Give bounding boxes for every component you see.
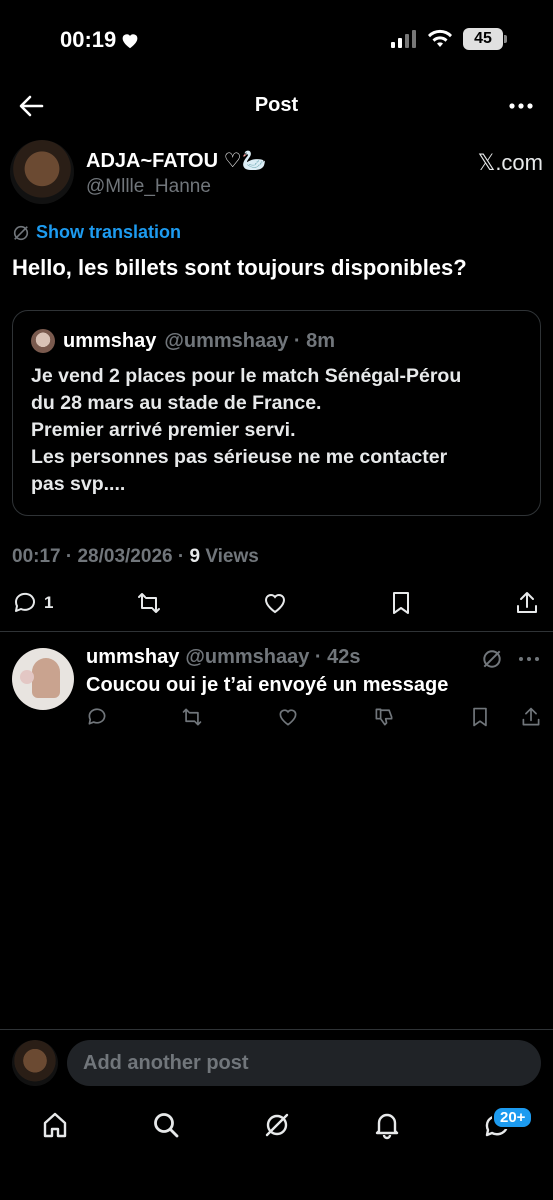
bookmark-icon <box>473 707 487 727</box>
heart-icon <box>279 709 297 726</box>
battery-indicator: 45 <box>463 28 507 50</box>
bookmark-button[interactable] <box>388 590 414 616</box>
signal-icon <box>391 30 416 48</box>
grok-icon <box>13 225 29 240</box>
post-timestamp: 00:17 · 28/03/2026 · <box>12 546 190 567</box>
repost-icon <box>138 593 160 613</box>
quoted-author-handle-time: @ummshaay · 8m <box>164 329 336 352</box>
post-actions: 1 <box>0 590 553 620</box>
grok-icon[interactable] <box>481 648 503 670</box>
quoted-line: du 28 mars au stade de France. <box>31 392 322 414</box>
clock-text: 00:19 <box>60 27 117 52</box>
author-name[interactable]: ADJA~FATOU ♡🦢 <box>86 148 266 173</box>
status-icons: 45 <box>391 28 507 50</box>
show-translation-row[interactable]: Show translation <box>12 222 181 243</box>
add-post-input[interactable] <box>67 1040 541 1086</box>
more-options-icon[interactable] <box>507 94 535 118</box>
reply-bookmark-button[interactable] <box>469 706 491 733</box>
post-text: Hello, les billets sont toujours disponi… <box>12 255 467 280</box>
heart-icon <box>264 594 286 614</box>
reply-downvote-button[interactable] <box>373 706 395 733</box>
reply-icon <box>88 708 106 725</box>
show-translation-link[interactable]: Show translation <box>36 222 181 243</box>
post-header: ADJA~FATOU ♡🦢 @Mllle_Hanne 𝕏.com <box>10 140 543 212</box>
nav-grok[interactable] <box>262 1110 292 1145</box>
nav-home[interactable] <box>40 1110 70 1145</box>
author-avatar[interactable] <box>10 140 74 204</box>
quoted-line: Je vend 2 places pour le match Sénégal-P… <box>31 365 462 387</box>
quoted-line: pas svp.... <box>31 473 126 495</box>
page-title: Post <box>254 94 299 116</box>
author-handle[interactable]: @Mllle_Hanne <box>86 176 211 198</box>
heart-status-icon <box>122 34 138 49</box>
quoted-post-card[interactable]: ummshay @ummshaay · 8m Je vend 2 places … <box>12 310 541 516</box>
reply-header: ummshay @ummshaay · 42s <box>86 646 361 669</box>
status-time: 00:19 <box>60 27 140 53</box>
bell-icon <box>375 1113 399 1140</box>
reply-icon <box>14 592 35 612</box>
post-meta: 00:17 · 28/03/2026 · 9 Views <box>12 546 259 568</box>
repost-icon <box>182 708 202 726</box>
reply-button[interactable]: 1 <box>12 590 53 616</box>
wifi-icon <box>428 29 452 47</box>
reply-author-avatar[interactable] <box>12 648 74 710</box>
like-button[interactable] <box>262 590 288 616</box>
bookmark-icon <box>393 592 409 614</box>
reply-share-button[interactable] <box>520 706 542 733</box>
quoted-author-avatar <box>31 329 55 353</box>
quoted-line: Premier arrivé premier servi. <box>31 419 296 441</box>
search-icon <box>154 1113 179 1138</box>
quoted-post-header: ummshay @ummshaay · 8m <box>31 329 335 353</box>
top-bar: Post <box>0 84 553 128</box>
views-label: Views <box>200 546 259 567</box>
repost-button[interactable] <box>136 590 162 616</box>
reply-text: Coucou oui je t’ai envoyé un message <box>86 674 449 696</box>
quoted-line: Les personnes pas sérieuse ne me contact… <box>31 446 448 468</box>
views-count: 9 <box>189 546 201 567</box>
quoted-post-text: Je vend 2 places pour le match Sénégal-P… <box>31 363 522 498</box>
reply-reply-button[interactable] <box>86 706 108 733</box>
reply-count: 1 <box>44 593 54 612</box>
messages-badge: 20+ <box>492 1106 534 1129</box>
reply-actions <box>0 706 553 732</box>
home-icon <box>43 1112 67 1138</box>
quoted-author-name: ummshay <box>63 329 157 352</box>
status-bar: 00:19 45 <box>0 0 553 84</box>
compose-bar <box>0 1030 553 1094</box>
reply-like-button[interactable] <box>277 706 299 733</box>
nav-notifications[interactable] <box>372 1110 402 1145</box>
more-options-icon[interactable] <box>517 649 541 669</box>
reply-repost-button[interactable] <box>181 706 203 733</box>
share-icon <box>517 592 537 613</box>
reply-header-actions <box>481 648 541 670</box>
share-icon <box>522 707 540 726</box>
divider <box>0 631 553 632</box>
nav-search[interactable] <box>151 1110 181 1145</box>
share-button[interactable] <box>514 590 540 616</box>
user-avatar[interactable] <box>12 1040 58 1086</box>
reply-author-name[interactable]: ummshay <box>86 646 179 669</box>
source-link[interactable]: 𝕏.com <box>478 150 543 176</box>
thumbs-down-icon <box>375 708 393 726</box>
reply-author-handle-time: @ummshaay · 42s <box>185 646 361 668</box>
bottom-nav: 20+ <box>0 1100 553 1156</box>
grok-icon <box>265 1113 289 1137</box>
